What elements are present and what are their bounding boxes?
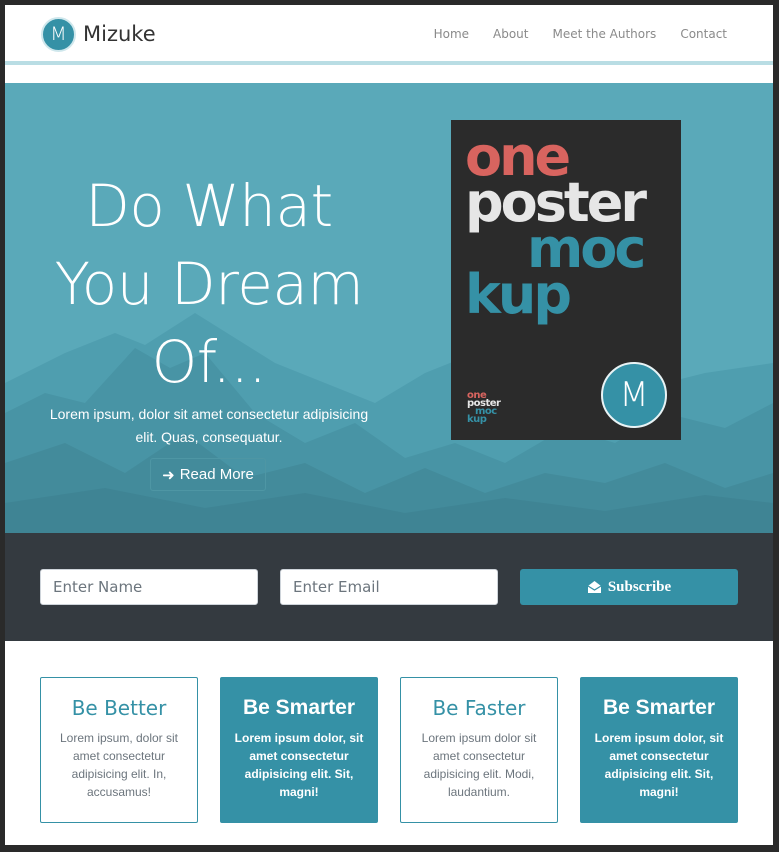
- hero-title: Do What You Dream Of...: [39, 167, 379, 401]
- poster-image: one poster moc kup one poster moc kup M: [451, 120, 681, 440]
- arrow-right-icon: ➜: [162, 466, 175, 484]
- feature-card: Be Better Lorem ipsum, dolor sit amet co…: [40, 677, 198, 823]
- hero-title-line: Do What: [85, 172, 333, 240]
- hero-title-line: Of...: [151, 328, 267, 396]
- feature-card: Be Faster Lorem ipsum dolor sit amet con…: [400, 677, 558, 823]
- nav-links: Home About Meet the Authors Contact: [434, 5, 727, 63]
- navbar: M Mizuke Home About Meet the Authors Con…: [5, 5, 773, 63]
- brand-logo-icon: M: [41, 16, 76, 52]
- nav-meet-the-authors[interactable]: Meet the Authors: [553, 27, 657, 41]
- name-input[interactable]: Enter Name: [40, 569, 258, 605]
- feature-text: Lorem ipsum dolor, sit amet consectetur …: [234, 731, 364, 799]
- nav-home[interactable]: Home: [434, 27, 469, 41]
- email-input[interactable]: Enter Email: [280, 569, 498, 605]
- feature-card: Be Smarter Lorem ipsum dolor, sit amet c…: [220, 677, 378, 823]
- nav-contact[interactable]: Contact: [680, 27, 727, 41]
- subscribe-label: Subscribe: [607, 578, 672, 595]
- hero-description: Lorem ipsum, dolor sit amet consectetur …: [49, 406, 369, 445]
- feature-title: Be Smarter: [602, 696, 716, 719]
- hero-section: Do What You Dream Of... Lorem ipsum, dol…: [5, 83, 773, 533]
- poster-badge-icon: M: [601, 362, 667, 428]
- subscribe-button[interactable]: Subscribe: [520, 569, 738, 605]
- nav-about[interactable]: About: [493, 27, 528, 41]
- subscribe-section: Enter Name Enter Email Subscribe: [5, 533, 773, 641]
- read-more-label: Read More: [179, 466, 254, 483]
- poster-small-kup: kup: [467, 414, 487, 425]
- page: M Mizuke Home About Meet the Authors Con…: [5, 5, 773, 845]
- navbar-divider: [5, 61, 773, 65]
- feature-title: Be Faster: [432, 696, 526, 720]
- read-more-button[interactable]: ➜ Read More: [150, 458, 266, 491]
- envelope-open-icon: [587, 581, 602, 593]
- feature-text: Lorem ipsum dolor sit amet consectetur a…: [421, 731, 537, 799]
- brand-name: Mizuke: [83, 22, 156, 46]
- feature-text: Lorem ipsum, dolor sit amet consectetur …: [59, 731, 179, 799]
- feature-title: Be Smarter: [242, 696, 356, 719]
- brand[interactable]: M Mizuke: [41, 16, 156, 52]
- feature-title: Be Better: [71, 696, 167, 720]
- hero-title-line: You Dream: [54, 250, 364, 318]
- feature-card: Be Smarter Lorem ipsum dolor, sit amet c…: [580, 677, 738, 823]
- poster-word-kup: kup: [465, 263, 572, 326]
- feature-text: Lorem ipsum dolor, sit amet consectetur …: [594, 731, 724, 799]
